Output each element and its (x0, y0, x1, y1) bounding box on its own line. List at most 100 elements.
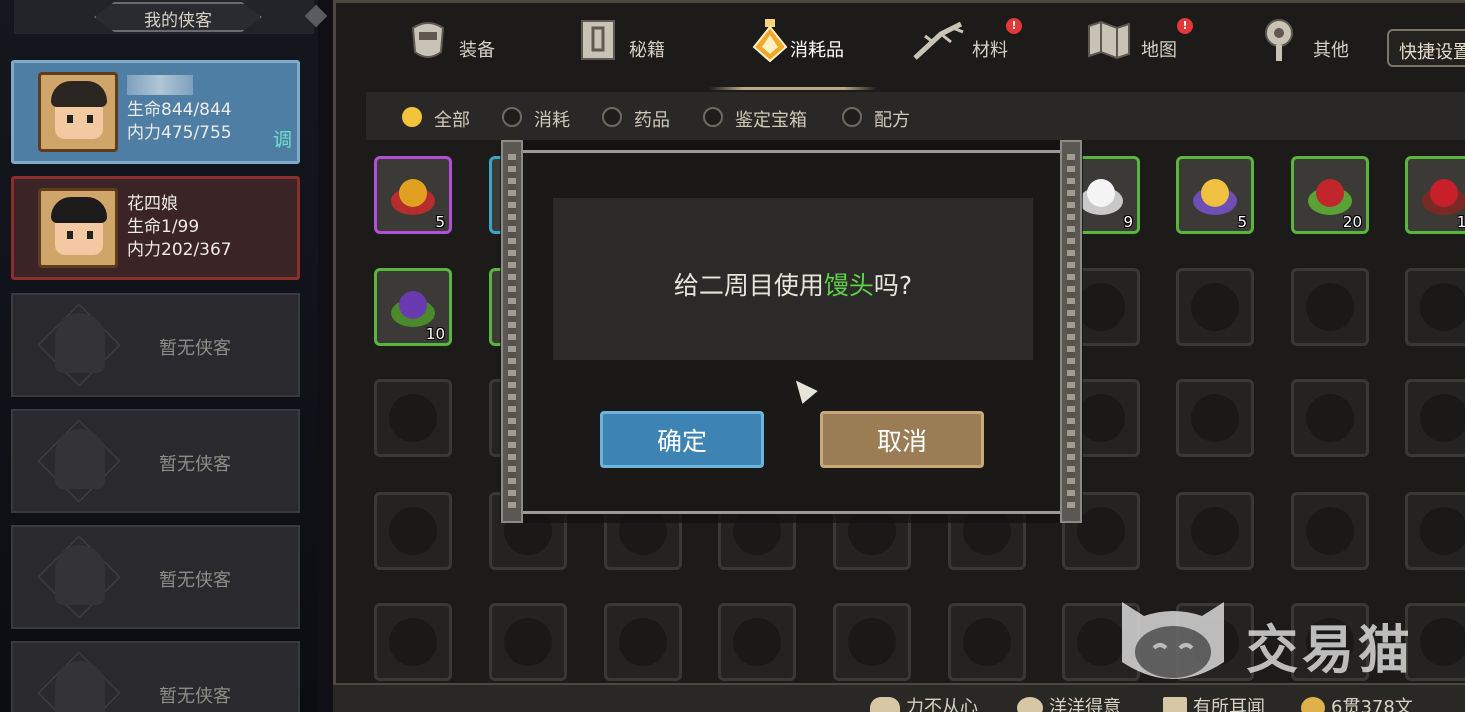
item-slot-fruit-plate[interactable]: 5 (1176, 156, 1254, 234)
item-quantity: 5 (435, 213, 445, 231)
empty-item-slot[interactable] (489, 603, 567, 681)
dialog-message-suffix: 吗? (873, 271, 913, 300)
empty-item-slot[interactable] (718, 603, 796, 681)
quick-settings-button[interactable]: 快捷设置 (1387, 29, 1465, 67)
empty-item-slot[interactable] (1405, 268, 1465, 346)
radio-icon (842, 107, 862, 127)
equipment-icon (406, 18, 450, 62)
filter-label: 配方 (874, 110, 910, 131)
empty-item-slot[interactable] (1291, 379, 1369, 457)
tab-label: 其他 (1313, 40, 1349, 61)
radio-icon (602, 107, 622, 127)
watermark-text: 交易猫 (1246, 621, 1415, 681)
muscle-icon (870, 697, 900, 712)
dialog-item-name: 馒头 (823, 271, 874, 300)
silhouette-icon (55, 545, 105, 605)
empty-item-slot[interactable] (374, 492, 452, 570)
empty-item-slot[interactable] (1176, 379, 1254, 457)
dialog-right-pillar (1060, 140, 1082, 523)
empty-slot-label: 暂无侠客 (159, 454, 231, 475)
misc-icon (1257, 18, 1301, 62)
empty-item-slot[interactable] (1405, 492, 1465, 570)
tab-materials[interactable]: 材料 ! (911, 18, 1022, 78)
filter-treasure-box[interactable]: 鉴定宝箱 (703, 106, 823, 131)
empty-slot-hole (1077, 283, 1125, 331)
tab-other[interactable]: 其他 (1257, 18, 1357, 78)
empty-slot-hole (1191, 283, 1239, 331)
status-money: 6贯378文 (1301, 693, 1413, 712)
hero-hp: 生命1/99 (127, 217, 200, 237)
radio-icon (402, 107, 422, 127)
empty-item-slot[interactable] (1176, 268, 1254, 346)
filter-label: 药品 (634, 110, 670, 131)
empty-slot-hole (963, 618, 1011, 666)
item-slot-red-grapes[interactable]: 20 (1291, 156, 1369, 234)
silhouette-icon (55, 429, 105, 489)
empty-slot-hole (389, 507, 437, 555)
item-slot-goji-berries[interactable]: 10 (1405, 156, 1465, 234)
empty-slot-hole (389, 618, 437, 666)
empty-slot-hole (1191, 507, 1239, 555)
empty-item-slot[interactable] (1176, 492, 1254, 570)
herb-icon (911, 18, 969, 62)
empty-slot-hole (1420, 507, 1465, 555)
empty-item-slot[interactable] (948, 603, 1026, 681)
empty-slot-hole (1420, 394, 1465, 442)
empty-item-slot[interactable] (1291, 268, 1369, 346)
alert-badge: ! (1177, 18, 1193, 34)
empty-item-slot[interactable] (374, 379, 452, 457)
dialog-message-prefix: 给二周目使用 (673, 271, 824, 300)
empty-slot-label: 暂无侠客 (159, 686, 231, 707)
hero-adjust-button[interactable]: 调 (273, 125, 292, 152)
item-quantity: 20 (1342, 213, 1362, 231)
empty-item-slot[interactable] (833, 603, 911, 681)
confirm-button[interactable]: 确定 (600, 411, 764, 468)
tab-consumables[interactable]: 消耗品 (748, 18, 878, 78)
tab-label: 材料 (972, 40, 1008, 61)
filter-label: 鉴定宝箱 (735, 110, 807, 131)
status-exhausted: 力不从心 (870, 693, 978, 712)
tab-label: 地图 (1141, 40, 1177, 61)
golden-orb-icon (387, 169, 439, 221)
tab-equipment[interactable]: 装备 (406, 18, 506, 78)
empty-hero-slot[interactable]: 暂无侠客 (11, 293, 300, 397)
empty-hero-slot[interactable]: 暂无侠客 (11, 409, 300, 513)
diamond-icon (304, 4, 328, 28)
cancel-button[interactable]: 取消 (820, 411, 984, 468)
empty-item-slot[interactable] (1291, 492, 1369, 570)
item-quantity: 10 (1456, 213, 1465, 231)
empty-slot-hole (1306, 283, 1354, 331)
filter-all[interactable]: 全部 (402, 106, 482, 131)
empty-slot-hole (1191, 394, 1239, 442)
tab-manuals[interactable]: 秘籍 (576, 18, 676, 78)
filter-consume[interactable]: 消耗 (502, 106, 582, 131)
item-quantity: 5 (1237, 213, 1247, 231)
active-tab-indicator (709, 87, 877, 90)
empty-item-slot[interactable] (374, 603, 452, 681)
tab-label: 消耗品 (790, 40, 844, 61)
smile-icon (1017, 697, 1043, 712)
status-label: 6贯378文 (1331, 697, 1413, 712)
filter-label: 消耗 (534, 110, 570, 131)
item-slot-purple-grapes[interactable]: 10 (374, 268, 452, 346)
empty-slot-hole (1420, 283, 1465, 331)
quick-settings-label: 快捷设置 (1399, 42, 1465, 63)
watermark: 交易猫 (1112, 592, 1452, 692)
empty-hero-slot[interactable]: 暂无侠客 (11, 641, 300, 712)
empty-hero-slot[interactable]: 暂无侠客 (11, 525, 300, 629)
radio-icon (703, 107, 723, 127)
filter-recipe[interactable]: 配方 (842, 106, 922, 131)
item-quantity: 10 (425, 325, 445, 343)
empty-item-slot[interactable] (604, 603, 682, 681)
tab-maps[interactable]: 地图 ! (1087, 18, 1197, 78)
tab-label: 装备 (459, 40, 495, 61)
coin-icon (1301, 697, 1325, 712)
filter-medicine[interactable]: 药品 (602, 106, 682, 131)
sidebar-header: 我的侠客 (14, 0, 328, 34)
empty-item-slot[interactable] (1405, 379, 1465, 457)
empty-slot-hole (848, 618, 896, 666)
item-slot-golden-orb[interactable]: 5 (374, 156, 452, 234)
potion-icon (748, 18, 792, 63)
hero-card-1[interactable]: 生命844/844 内力475/755 调 (11, 60, 300, 164)
hero-card-2[interactable]: 花四娘 生命1/99 内力202/367 (11, 176, 300, 280)
